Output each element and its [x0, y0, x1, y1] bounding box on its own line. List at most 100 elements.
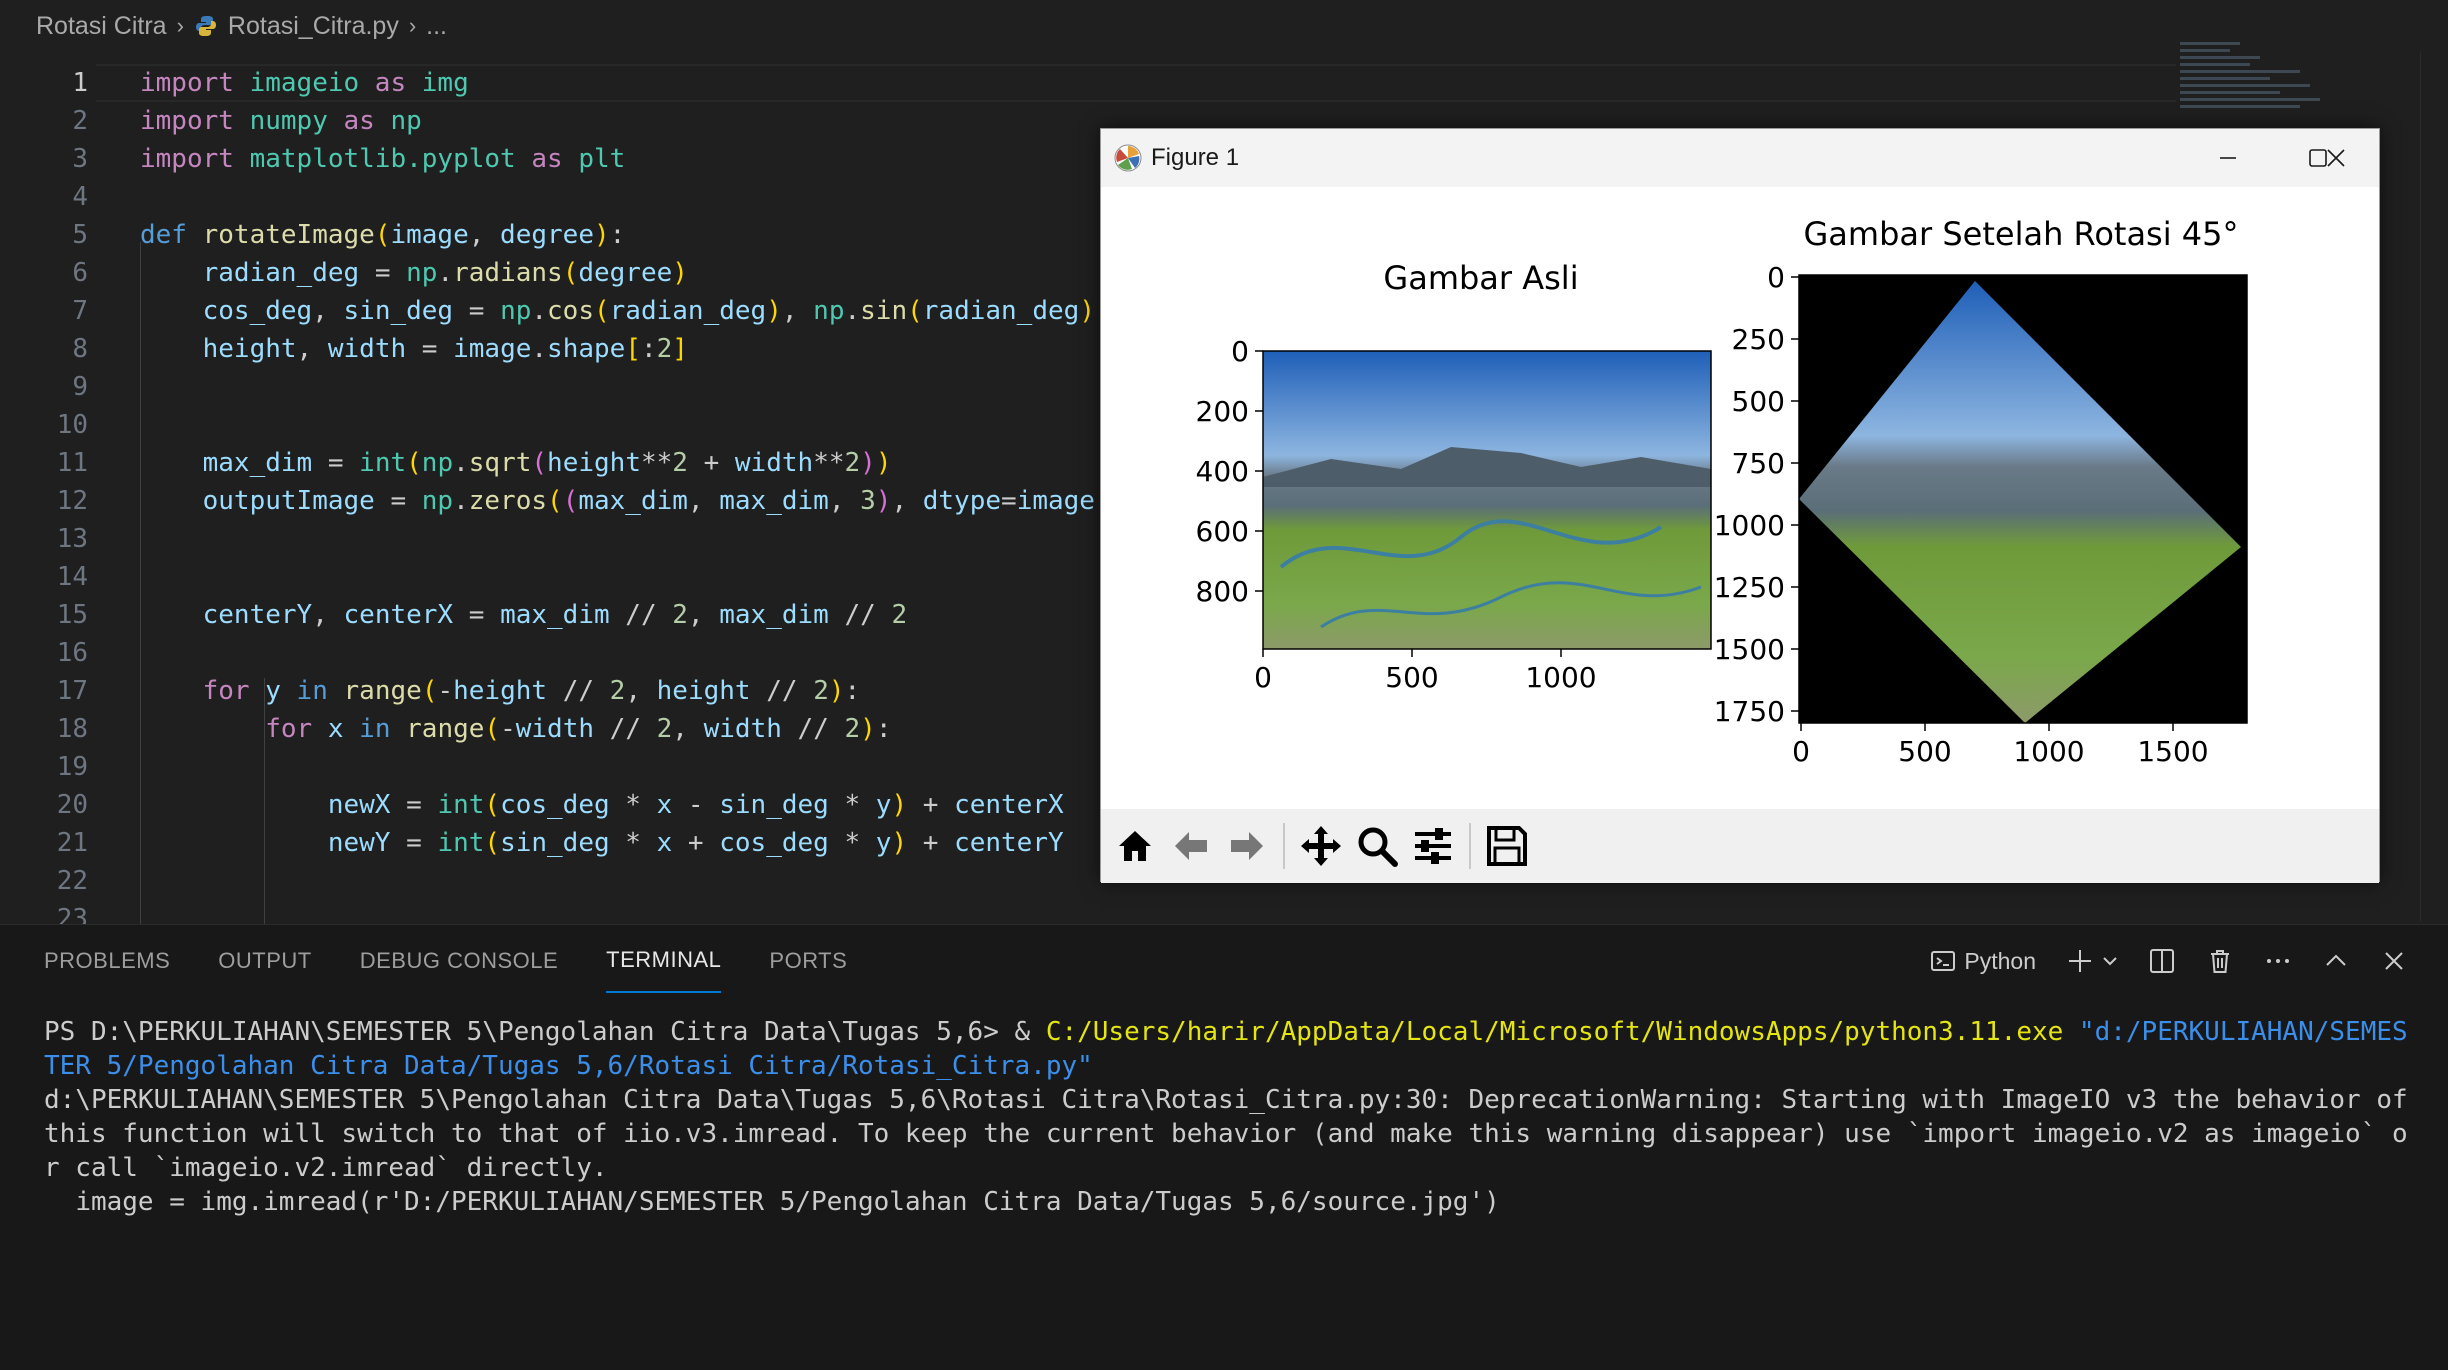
terminal-output[interactable]: PS D:\PERKULIAHAN\SEMESTER 5\Pengolahan … — [44, 1015, 2414, 1219]
back-button[interactable] — [1165, 820, 1217, 872]
minimize-button[interactable] — [2183, 129, 2273, 187]
tab-ports[interactable]: PORTS — [769, 930, 847, 992]
y-tick-label: 1000 — [1714, 509, 1785, 542]
terminal-prompt: PS D:\PERKULIAHAN\SEMESTER 5\Pengolahan … — [44, 1017, 1046, 1047]
shell-label: Python — [1964, 947, 2036, 974]
code-token: height — [453, 676, 548, 706]
code-token: // — [609, 600, 673, 630]
figure-toolbar — [1101, 809, 2379, 883]
code-token: = — [1001, 486, 1017, 516]
code-token: * — [828, 790, 876, 820]
close-button[interactable] — [2291, 129, 2381, 187]
code-token: ) — [672, 258, 688, 288]
code-token: , — [781, 296, 814, 326]
line-number: 14 — [56, 562, 88, 592]
code-token: newX — [327, 790, 391, 820]
x-tick-label: 1000 — [2013, 735, 2084, 768]
terminal-shell-button[interactable]: Python — [1930, 948, 2036, 975]
close-icon[interactable] — [2380, 947, 2408, 975]
code-token: in — [343, 714, 407, 744]
code-token: y — [875, 828, 892, 858]
code-token: . — [453, 448, 469, 478]
panel-actions: Python — [1930, 939, 2408, 983]
breadcrumb-folder[interactable]: Rotasi Citra — [36, 12, 167, 41]
code-token: max_dim — [578, 486, 688, 516]
home-button[interactable] — [1109, 820, 1161, 872]
code-token: . — [844, 296, 861, 326]
breadcrumb-more[interactable]: ... — [426, 12, 447, 41]
more-icon[interactable] — [2264, 947, 2292, 975]
tab-output[interactable]: OUTPUT — [218, 930, 311, 992]
tab-problems[interactable]: PROBLEMS — [44, 930, 170, 992]
x-tick-label: 1000 — [1525, 661, 1596, 694]
configure-subplots-button[interactable] — [1407, 820, 1459, 872]
split-terminal-icon[interactable] — [2148, 947, 2176, 975]
save-icon — [1487, 826, 1527, 866]
line-number: 7 — [72, 296, 88, 326]
code-token: as — [359, 68, 422, 98]
code-token: = — [374, 486, 422, 516]
y-tick-label: 800 — [1196, 575, 1249, 608]
code-token: ) — [860, 448, 876, 478]
chevron-down-icon[interactable] — [2102, 953, 2118, 969]
editor-scrollbar[interactable] — [2420, 52, 2448, 922]
sliders-icon — [1415, 828, 1451, 864]
line-number: 20 — [56, 790, 88, 820]
line-number: 1 — [72, 68, 88, 98]
code-token: centerY — [202, 600, 313, 630]
code-line[interactable]: 1 import imageio as img — [0, 64, 2200, 102]
trash-icon[interactable] — [2206, 947, 2234, 975]
breadcrumb-file[interactable]: Rotasi_Citra.py — [228, 12, 399, 41]
python-file-icon — [195, 16, 216, 36]
breadcrumb: Rotasi Citra › Rotasi_Citra.py › ... — [0, 0, 2448, 52]
code-token: matplotlib.pyplot — [249, 144, 516, 174]
figure-titlebar[interactable]: Figure 1 — [1101, 129, 2379, 187]
code-token: ) — [766, 296, 782, 326]
zoom-icon — [1358, 827, 1398, 867]
code-token: x — [656, 828, 673, 858]
y-tick-label: 750 — [1732, 447, 1785, 480]
save-figure-button[interactable] — [1481, 820, 1533, 872]
tab-terminal[interactable]: TERMINAL — [606, 929, 722, 993]
line-number: 22 — [56, 866, 88, 896]
zoom-button[interactable] — [1351, 820, 1403, 872]
chevron-up-icon[interactable] — [2322, 947, 2350, 975]
code-token: , — [687, 486, 720, 516]
code-token: - — [672, 790, 720, 820]
code-token: 2 — [656, 714, 673, 744]
y-tick-label: 1750 — [1714, 695, 1785, 728]
figure-window[interactable]: Figure 1 Gambar Asli 0 200 400 600 800 0… — [1100, 128, 2381, 883]
code-text: centerY, centerX = max_dim // 2, max_dim… — [140, 596, 907, 634]
right-plot-title: Gambar Setelah Rotasi 45° — [1804, 215, 2239, 253]
code-token: ) — [593, 220, 610, 250]
code-token: , — [672, 714, 704, 744]
code-token: ) — [1079, 296, 1095, 326]
code-token: width — [515, 714, 595, 744]
code-token: : — [609, 220, 626, 250]
code-token: 2 — [672, 600, 688, 630]
code-text: for y in range(-height // 2, height // 2… — [140, 672, 861, 710]
minimap[interactable] — [2180, 42, 2330, 132]
new-terminal-button[interactable] — [2066, 947, 2118, 975]
code-token: 2 — [672, 448, 688, 478]
line-number: 6 — [72, 258, 88, 288]
code-token: plt — [578, 144, 626, 174]
pan-button[interactable] — [1295, 820, 1347, 872]
y-tick-label: 400 — [1196, 455, 1249, 488]
figure-canvas[interactable]: Gambar Asli 0 200 400 600 800 0 500 1000 Gamba… — [1101, 187, 2381, 809]
line-number: 19 — [56, 752, 88, 782]
code-token: ] — [672, 334, 688, 364]
x-tick-label: 0 — [1792, 735, 1810, 768]
forward-button[interactable] — [1221, 820, 1273, 872]
left-plot-image — [1263, 351, 1711, 649]
code-token: ( — [406, 448, 422, 478]
code-token: sin_deg — [500, 828, 610, 858]
tab-debug-console[interactable]: DEBUG CONSOLE — [360, 930, 558, 992]
code-token: radian_deg — [609, 296, 767, 326]
x-tick-label: 500 — [1385, 661, 1438, 694]
code-token: shape — [547, 334, 626, 364]
